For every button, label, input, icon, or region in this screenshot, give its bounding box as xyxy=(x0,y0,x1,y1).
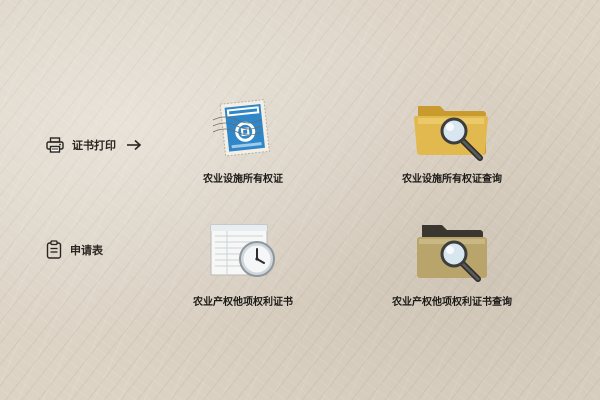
sidebar-item-certificate-print[interactable]: 证书打印 xyxy=(46,137,142,153)
tile-facility-ownership-certificate[interactable]: 农业设施所有权证 xyxy=(168,96,318,185)
tile-property-rights-certificate[interactable]: 农业产权他项权利证书 xyxy=(168,219,318,308)
tile-caption: 农业设施所有权证 xyxy=(203,174,283,185)
tile-caption: 农业设施所有权证查询 xyxy=(402,174,502,185)
sidebar-item-label: 证书打印 xyxy=(72,139,116,152)
tile-facility-ownership-certificate-query[interactable]: 农业设施所有权证查询 xyxy=(377,96,527,185)
sidebar-item-label: 申请表 xyxy=(70,243,103,257)
printer-icon xyxy=(46,137,64,153)
folder-search-icon xyxy=(414,106,488,161)
tile-caption: 农业产权他项权利证书 xyxy=(193,297,293,308)
clipboard-icon xyxy=(46,240,62,259)
tile-caption: 农业产权他项权利证书查询 xyxy=(392,297,512,308)
tile-property-rights-certificate-query[interactable]: 农业产权他项权利证书查询 xyxy=(377,219,527,308)
folder-search-icon xyxy=(417,225,487,282)
sidebar-item-application-form[interactable]: 申请表 xyxy=(46,240,103,259)
stamp-icon xyxy=(212,99,270,157)
arrow-right-icon xyxy=(127,139,142,151)
document-clock-icon xyxy=(210,224,275,277)
